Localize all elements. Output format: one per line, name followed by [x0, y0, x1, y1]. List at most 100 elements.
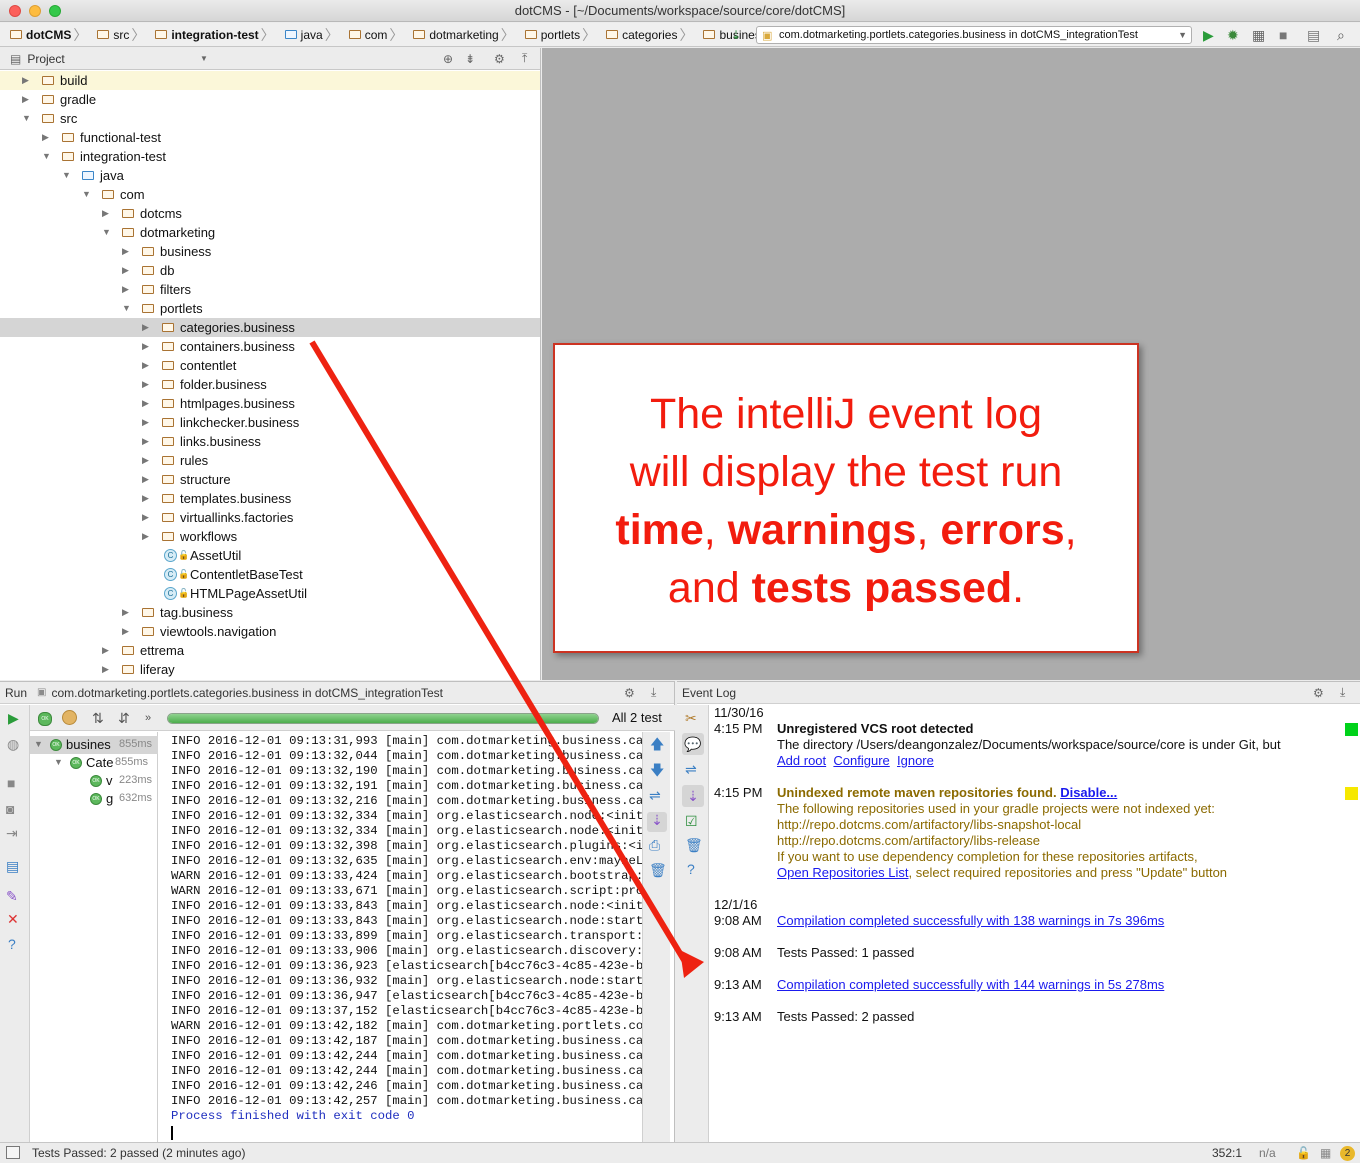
run-icon[interactable]: ▶ [1203, 27, 1214, 43]
layout-icon[interactable]: ▤ [6, 858, 19, 874]
breadcrumb-item[interactable]: dotmarketing 〉 [409, 23, 520, 47]
expanded-arrow-icon[interactable]: ▼ [122, 299, 131, 318]
cursor-position[interactable]: 352:1 [1212, 1143, 1242, 1163]
debug-icon[interactable]: ✹ [1227, 27, 1239, 43]
compilation-link[interactable]: Compilation completed successfully with … [777, 977, 1164, 993]
tree-item[interactable]: ▼ portlets [0, 299, 540, 318]
show-passed-icon[interactable]: OK [38, 712, 52, 726]
collapsed-arrow-icon[interactable]: ▶ [142, 413, 149, 432]
add-root-link[interactable]: Add root [777, 753, 826, 768]
tree-item[interactable]: ▶ virtuallinks.factories [0, 508, 540, 527]
stop-icon[interactable]: ■ [7, 775, 15, 791]
soft-wrap-icon[interactable]: ⇌ [685, 761, 697, 777]
zoom-window-button[interactable] [49, 5, 61, 17]
breadcrumb-item[interactable]: dotCMS 〉 [6, 23, 93, 47]
file-encoding[interactable]: n/a [1259, 1143, 1276, 1163]
run-configuration-select[interactable]: ▣ com.dotmarketing.portlets.categories.b… [756, 26, 1192, 44]
tree-item[interactable]: ▶ filters [0, 280, 540, 299]
pin-icon[interactable]: ✎ [6, 888, 18, 904]
run-tab[interactable]: com.dotmarketing.portlets.categories.bus… [51, 686, 443, 700]
event-log-badge[interactable]: 2 [1340, 1146, 1355, 1161]
dump-threads-icon[interactable]: ◙ [6, 801, 14, 817]
gear-icon[interactable]: ⚙ [494, 52, 505, 66]
expanded-arrow-icon[interactable]: ▼ [82, 185, 91, 204]
expanded-arrow-icon[interactable]: ▼ [102, 223, 111, 242]
memory-indicator-icon[interactable]: ▦ [1320, 1143, 1331, 1163]
collapsed-arrow-icon[interactable]: ▶ [142, 318, 149, 337]
view-dropdown-icon[interactable]: ▼ [200, 54, 208, 63]
tree-item[interactable]: ▶ links.business [0, 432, 540, 451]
tree-item[interactable]: C 🔓 AssetUtil [0, 546, 540, 565]
help-icon[interactable]: ? [8, 936, 16, 952]
test-tree-item[interactable]: ▼ OK busines 855ms [30, 736, 158, 754]
gear-icon[interactable]: ⚙ [1313, 686, 1324, 700]
ignore-link[interactable]: Ignore [897, 753, 934, 768]
tree-item[interactable]: ▶ liferay [0, 660, 540, 679]
configure-link[interactable]: Configure [833, 753, 889, 768]
mark-read-icon[interactable]: ☑ [685, 813, 698, 829]
scroll-from-source-icon[interactable]: ⊕ [443, 52, 453, 66]
hide-panel-icon[interactable]: ⤒ [522, 51, 527, 66]
gear-icon[interactable]: ⚙ [624, 686, 635, 700]
collapsed-arrow-icon[interactable]: ▶ [102, 660, 109, 679]
tree-item[interactable]: ▶ db [0, 261, 540, 280]
tree-item[interactable]: ▶ categories.business [0, 318, 540, 337]
breadcrumb-item[interactable]: src 〉 [93, 23, 151, 47]
tree-item[interactable]: ▶ workflows [0, 527, 540, 546]
collapsed-arrow-icon[interactable]: ▶ [142, 470, 149, 489]
expanded-arrow-icon[interactable]: ▼ [22, 109, 31, 128]
settings-icon[interactable]: ✂ [685, 710, 697, 726]
hide-panel-icon[interactable]: ⤓ [651, 685, 656, 700]
expanded-arrow-icon[interactable]: ▼ [34, 739, 43, 749]
close-icon[interactable]: ✕ [7, 911, 19, 927]
project-structure-icon[interactable]: ▤ [1307, 27, 1320, 43]
tree-item[interactable]: ▶ rules [0, 451, 540, 470]
minimize-window-button[interactable] [29, 5, 41, 17]
breadcrumb-item[interactable]: portlets 〉 [521, 23, 602, 47]
tree-item[interactable]: ▼ java [0, 166, 540, 185]
tree-item[interactable]: C 🔓 HTMLPageAssetUtil [0, 584, 540, 603]
print-icon[interactable]: ⎙ [649, 837, 660, 853]
collapsed-arrow-icon[interactable]: ▶ [22, 90, 29, 109]
collapsed-arrow-icon[interactable]: ▶ [142, 527, 149, 546]
tree-item[interactable]: ▶ contentlet [0, 356, 540, 375]
tree-item[interactable]: ▶ business [0, 242, 540, 261]
open-repositories-link[interactable]: Open Repositories List [777, 865, 909, 880]
tool-windows-icon[interactable] [6, 1146, 20, 1159]
status-message[interactable]: Tests Passed: 2 passed (2 minutes ago) [32, 1143, 245, 1163]
down-arrow-icon[interactable]: 🡇 [650, 762, 664, 778]
expanded-arrow-icon[interactable]: ▼ [42, 147, 51, 166]
tree-item[interactable]: ▶ tag.business [0, 603, 540, 622]
tree-item[interactable]: ▶ htmlpages.business [0, 394, 540, 413]
collapse-all-icon[interactable]: ⇟ [465, 52, 475, 66]
tree-item[interactable]: ▶ templates.business [0, 489, 540, 508]
tree-item[interactable]: ▶ linkchecker.business [0, 413, 540, 432]
update-project-icon[interactable]: ⇣ [731, 27, 741, 43]
breadcrumb-item[interactable]: com 〉 [345, 23, 410, 47]
scroll-to-end-icon[interactable]: ⇣ [647, 812, 667, 832]
tree-item[interactable]: ▶ folder.business [0, 375, 540, 394]
disable-link[interactable]: Disable... [1060, 785, 1117, 800]
test-tree-item[interactable]: OK g 632ms [30, 790, 158, 808]
up-arrow-icon[interactable]: 🡅 [650, 736, 664, 752]
collapsed-arrow-icon[interactable]: ▶ [142, 451, 149, 470]
collapsed-arrow-icon[interactable]: ▶ [142, 356, 149, 375]
tree-item[interactable]: ▶ viewtools.navigation [0, 622, 540, 641]
export-icon[interactable]: ⇥ [6, 825, 18, 841]
collapsed-arrow-icon[interactable]: ▶ [142, 337, 149, 356]
rerun-failed-icon[interactable]: ◍ [7, 736, 19, 752]
lock-icon[interactable]: 🔓 [1296, 1143, 1311, 1163]
expanded-arrow-icon[interactable]: ▼ [62, 166, 71, 185]
project-panel-title[interactable]: Project [27, 52, 64, 66]
expanded-arrow-icon[interactable]: ▼ [54, 757, 63, 767]
coverage-icon[interactable]: ▦ [1252, 27, 1265, 43]
test-tree-item[interactable]: ▼ OK Cate 855ms [30, 754, 158, 772]
tree-item[interactable]: ▶ build [0, 71, 540, 90]
collapsed-arrow-icon[interactable]: ▶ [122, 280, 129, 299]
more-icon[interactable]: » [145, 710, 151, 726]
tree-item[interactable]: ▼ dotmarketing [0, 223, 540, 242]
collapsed-arrow-icon[interactable]: ▶ [122, 261, 129, 280]
collapsed-arrow-icon[interactable]: ▶ [142, 375, 149, 394]
tree-item[interactable]: ▶ ettrema [0, 641, 540, 660]
search-icon[interactable]: ⌕ [1337, 27, 1345, 43]
